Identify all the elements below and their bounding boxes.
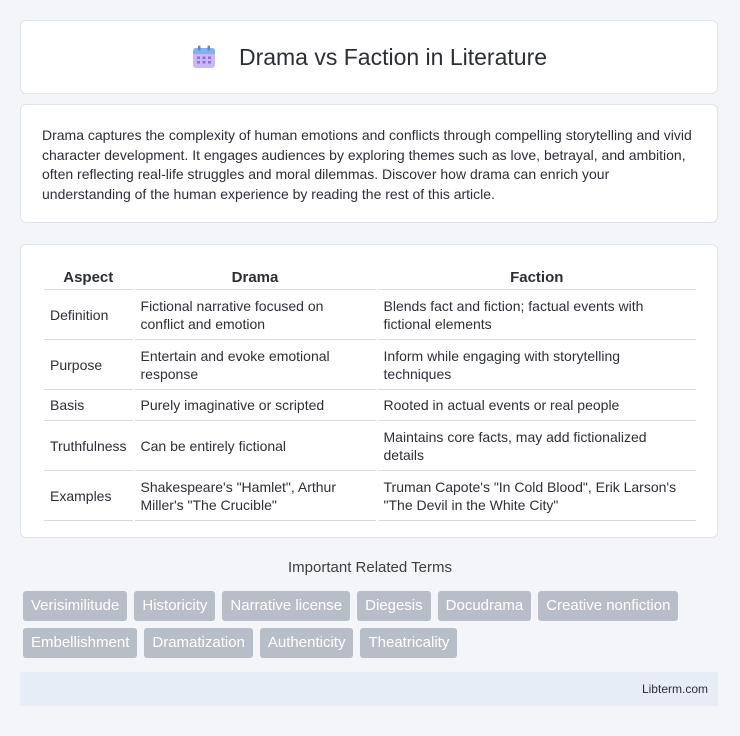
footer-site-link[interactable]: Libterm.com bbox=[642, 682, 708, 696]
tag-docudrama[interactable]: Docudrama bbox=[437, 591, 532, 621]
table-cell-faction: Truman Capote's "In Cold Blood", Erik La… bbox=[377, 471, 696, 521]
table-row: Purpose Entertain and evoke emotional re… bbox=[44, 340, 696, 390]
tag-embellishment[interactable]: Embellishment bbox=[23, 628, 138, 658]
title-wrap: Drama vs Faction in Literature bbox=[191, 44, 547, 71]
footer: Libterm.com bbox=[20, 672, 718, 706]
table-cell-aspect: Definition bbox=[44, 290, 133, 340]
tag-creative-nonfiction[interactable]: Creative nonfiction bbox=[538, 591, 679, 621]
table-cell-drama: Purely imaginative or scripted bbox=[134, 390, 376, 421]
comparison-table: Aspect Drama Faction Definition Fictiona… bbox=[42, 265, 698, 521]
table-cell-aspect: Purpose bbox=[44, 340, 133, 390]
table-row: Truthfulness Can be entirely fictional M… bbox=[44, 421, 696, 471]
table-cell-drama: Shakespeare's "Hamlet", Arthur Miller's … bbox=[134, 471, 376, 521]
table-row: Examples Shakespeare's "Hamlet", Arthur … bbox=[44, 471, 696, 521]
table-cell-drama: Fictional narrative focused on conflict … bbox=[134, 290, 376, 340]
related-terms-title: Important Related Terms bbox=[288, 559, 452, 576]
calendar-icon bbox=[191, 44, 217, 70]
table-card: Aspect Drama Faction Definition Fictiona… bbox=[20, 244, 718, 538]
column-header-drama: Drama bbox=[134, 265, 376, 290]
column-header-aspect: Aspect bbox=[44, 265, 133, 290]
table-cell-faction: Blends fact and fiction; factual events … bbox=[377, 290, 696, 340]
table-cell-aspect: Examples bbox=[44, 471, 133, 521]
table-row: Basis Purely imaginative or scripted Roo… bbox=[44, 390, 696, 421]
table-row: Definition Fictional narrative focused o… bbox=[44, 290, 696, 340]
tag-narrative-license[interactable]: Narrative license bbox=[222, 591, 351, 621]
tag-historicity[interactable]: Historicity bbox=[134, 591, 216, 621]
column-header-faction: Faction bbox=[377, 265, 696, 290]
header-card: Drama vs Faction in Literature bbox=[20, 20, 718, 94]
tag-authenticity[interactable]: Authenticity bbox=[259, 628, 354, 658]
table-cell-faction: Rooted in actual events or real people bbox=[377, 390, 696, 421]
table-cell-faction: Inform while engaging with storytelling … bbox=[377, 340, 696, 390]
table-cell-aspect: Basis bbox=[44, 390, 133, 421]
intro-text: Drama captures the complexity of human e… bbox=[42, 127, 692, 202]
table-cell-drama: Can be entirely fictional bbox=[134, 421, 376, 471]
related-terms-tags: Verisimilitude Historicity Narrative lic… bbox=[23, 591, 723, 658]
table-cell-aspect: Truthfulness bbox=[44, 421, 133, 471]
table-cell-drama: Entertain and evoke emotional response bbox=[134, 340, 376, 390]
tag-dramatization[interactable]: Dramatization bbox=[144, 628, 253, 658]
tag-theatricality[interactable]: Theatricality bbox=[360, 628, 458, 658]
tag-verisimilitude[interactable]: Verisimilitude bbox=[23, 591, 128, 621]
page-title: Drama vs Faction in Literature bbox=[238, 43, 548, 70]
intro-card: Drama captures the complexity of human e… bbox=[20, 104, 718, 223]
table-cell-faction: Maintains core facts, may add fictionali… bbox=[377, 421, 696, 471]
table-header-row: Aspect Drama Faction bbox=[44, 265, 696, 290]
tag-diegesis[interactable]: Diegesis bbox=[357, 591, 431, 621]
